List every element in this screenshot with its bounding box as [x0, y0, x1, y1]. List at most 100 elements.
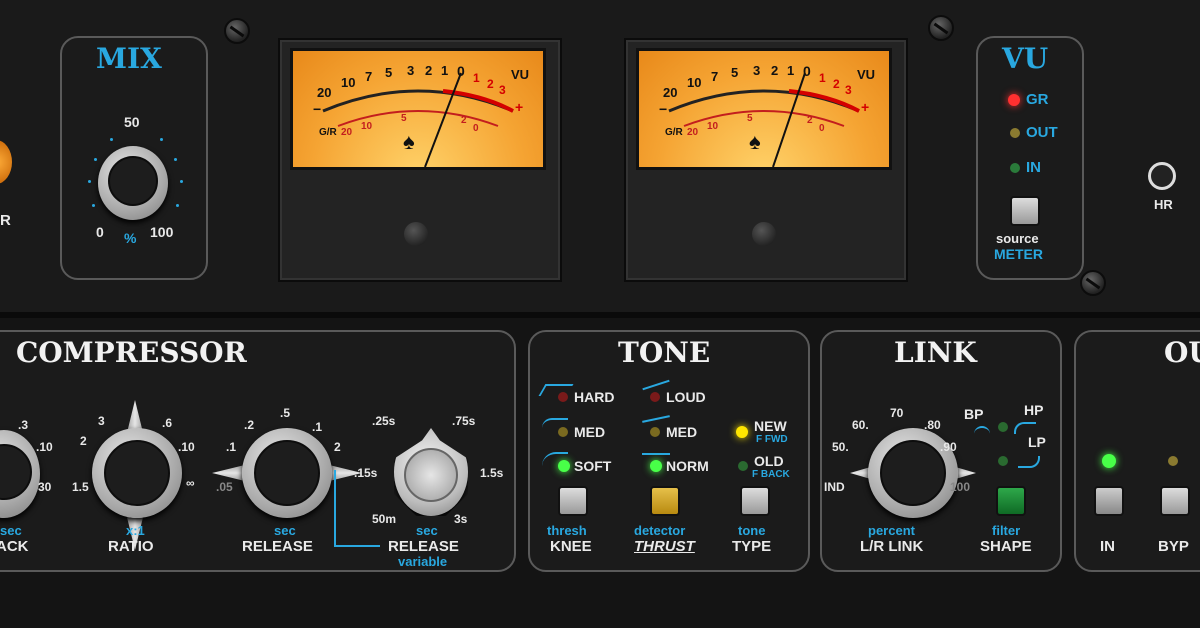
- filter-hp-label: HP: [1024, 402, 1044, 418]
- output-title: OU: [1164, 336, 1200, 369]
- knee-hard-led: [558, 392, 568, 402]
- filter-hp-curve-icon: [1014, 422, 1036, 434]
- meter-right-gr-0: 0: [819, 123, 825, 134]
- filter-shape-button[interactable]: [996, 486, 1026, 516]
- link-sub: percent: [868, 523, 915, 538]
- tone-type-button[interactable]: [740, 486, 770, 516]
- type-new-sub: F FWD: [756, 434, 788, 445]
- headroom-icon[interactable]: [1148, 162, 1176, 190]
- detector-med-led: [650, 427, 660, 437]
- release-tick-3: .1: [312, 420, 323, 434]
- meter-right-minus: −: [659, 101, 668, 117]
- attack-tick-2: .10: [36, 440, 53, 454]
- meter-left-gr-2: 2: [461, 115, 467, 126]
- ratio-tick-2: .6: [162, 416, 173, 430]
- meter-logo-icon: ♠: [749, 129, 761, 154]
- knee-med-led: [558, 427, 568, 437]
- mix-title: MIX: [96, 42, 162, 75]
- release-link-line: [334, 470, 336, 546]
- release-tick-4: .1: [226, 440, 237, 454]
- detector-norm-line-icon: [642, 453, 670, 455]
- meter-right-scale-10: 10: [687, 75, 702, 90]
- meter-right-plus: +: [861, 99, 870, 115]
- knee-button[interactable]: [558, 486, 588, 516]
- link-tick-7: 100: [950, 480, 971, 494]
- ratio-tick-4: .10: [178, 440, 195, 454]
- knee-soft-led: [558, 460, 570, 472]
- type-old-led: [738, 461, 748, 471]
- mix-scale-top: 50: [124, 114, 140, 130]
- meter-right-zero-screw-icon[interactable]: [752, 222, 776, 246]
- attack-label: ACK: [0, 538, 29, 555]
- meter-right-gr-label: G/R: [665, 127, 683, 138]
- meter-left-scale-5: 5: [385, 65, 393, 80]
- meter-right-scale-2: 2: [771, 63, 779, 78]
- release-sub: sec: [274, 523, 296, 538]
- meter-label: METER: [994, 246, 1043, 262]
- gr-label: GR: [1026, 91, 1049, 108]
- output-byp-label: BYP: [1158, 538, 1189, 555]
- release-var-label: RELEASE: [388, 538, 459, 555]
- rack-screw: [1080, 270, 1106, 296]
- meter-right-scale-3: 3: [753, 63, 761, 78]
- output-byp-led: [1168, 456, 1178, 466]
- meter-right-scale-1: 1: [787, 63, 795, 78]
- ratio-sub: x:1: [126, 523, 145, 538]
- meter-left-scale-7: 7: [365, 69, 373, 84]
- meter-right-scale-p1: 1: [819, 71, 826, 85]
- release-tick-5: 2: [334, 440, 341, 454]
- meter-source-button[interactable]: [1010, 196, 1040, 226]
- link-label: L/R LINK: [860, 538, 924, 555]
- meter-left-gr-10: 10: [361, 121, 373, 132]
- detector-button[interactable]: [650, 486, 680, 516]
- link-tick-1: 70: [890, 406, 904, 420]
- filter-sub: filter: [992, 523, 1021, 538]
- filter-lp-label: LP: [1028, 434, 1046, 450]
- filter-bp-curve-icon: [974, 426, 990, 438]
- ratio-label: RATIO: [108, 538, 154, 555]
- vu-title: VU: [1002, 42, 1049, 75]
- meter-left-zero-screw-icon[interactable]: [404, 222, 428, 246]
- meter-left-plus: +: [515, 99, 524, 115]
- attack-tick-1: .3: [18, 418, 29, 432]
- meter-right-scale-5: 5: [731, 65, 739, 80]
- mix-scale-left: 0: [96, 224, 104, 240]
- link-title: LINK: [894, 336, 977, 369]
- ratio-tick-5: 1.5: [72, 480, 89, 494]
- meter-right-gr-10: 10: [707, 121, 719, 132]
- mix-knob[interactable]: [98, 146, 168, 220]
- release-var-sub2: variable: [398, 554, 448, 569]
- release-knob[interactable]: [242, 428, 332, 518]
- release-link-line-h: [334, 545, 380, 547]
- link-tick-3: .80: [924, 418, 941, 432]
- meter-left-scale-2: 2: [425, 63, 433, 78]
- link-tick-6: IND: [824, 480, 845, 494]
- knee-label: KNEE: [550, 538, 592, 555]
- meter-left-scale-p1: 1: [473, 71, 480, 85]
- tone-title: TONE: [618, 336, 711, 369]
- release-var-tick-1: .25s: [372, 414, 396, 428]
- knee-hard-label: HARD: [574, 389, 615, 405]
- meter-right-gr-2: 2: [807, 115, 813, 126]
- mix-unit: %: [124, 230, 137, 246]
- detector-med-label: MED: [666, 424, 698, 440]
- out-led: [1010, 128, 1020, 138]
- vu-meter-left-face: 20 10 7 5 3 2 1 0 1 2 3 VU − + G/R 20 10…: [290, 48, 546, 170]
- type-sub: tone: [738, 523, 766, 538]
- meter-left-scale-3: 3: [407, 63, 415, 78]
- in-label: IN: [1026, 159, 1041, 176]
- release-tick-2: .2: [244, 418, 255, 432]
- meter-left-gr-5: 5: [401, 113, 407, 124]
- output-in-button[interactable]: [1094, 486, 1124, 516]
- meter-right-scale-p3: 3: [845, 83, 852, 97]
- link-tick-4: 50.: [832, 440, 849, 454]
- output-bypass-button[interactable]: [1160, 486, 1190, 516]
- release-var-tick-2: .75s: [452, 414, 476, 428]
- attack-sec: sec: [0, 523, 22, 538]
- meter-left-scale-p3: 3: [499, 83, 506, 97]
- gr-led: [1008, 94, 1020, 106]
- knee-sub: thresh: [547, 523, 587, 538]
- meter-left-gr-label: G/R: [319, 127, 337, 138]
- detector-loud-led: [650, 392, 660, 402]
- ratio-knob[interactable]: [92, 428, 182, 518]
